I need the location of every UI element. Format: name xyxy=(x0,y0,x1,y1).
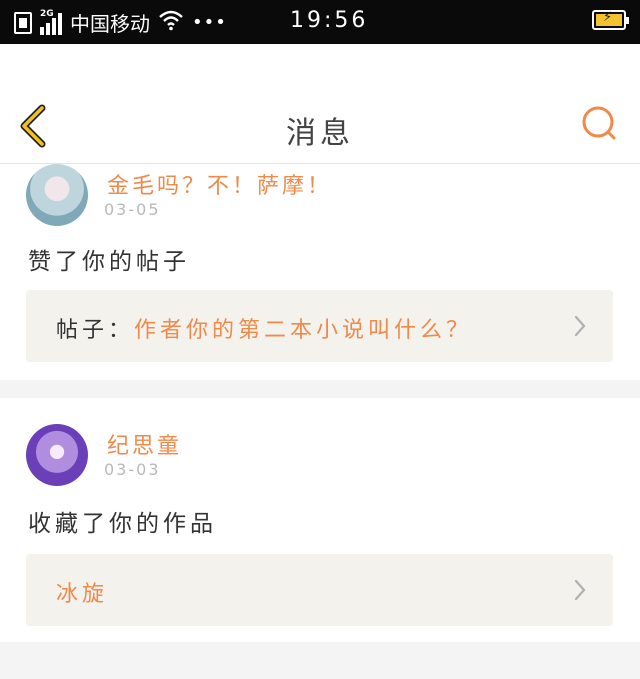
notification-card: 纪思童 03-03 收藏了你的作品 冰旋 xyxy=(0,398,640,642)
avatar[interactable] xyxy=(26,164,88,226)
post-label: 帖子： xyxy=(56,318,135,343)
clock: 19:56 xyxy=(290,8,369,33)
notification-action: 收藏了你的作品 xyxy=(28,511,217,537)
username-link[interactable]: 纪思童 xyxy=(107,428,182,460)
post-title: 作者你的第二本小说叫什么？ xyxy=(134,318,473,343)
chevron-right-icon xyxy=(574,315,586,337)
referenced-work[interactable]: 冰旋 xyxy=(26,554,613,626)
notification-date: 03-03 xyxy=(104,460,161,479)
notification-date: 03-05 xyxy=(104,200,161,219)
search-button[interactable] xyxy=(580,104,620,144)
signal-icon: 2G xyxy=(40,8,62,35)
wifi-icon xyxy=(158,9,184,37)
chevron-right-icon xyxy=(574,579,586,601)
notification-action: 赞了你的帖子 xyxy=(28,249,190,275)
search-icon xyxy=(582,106,616,140)
avatar[interactable] xyxy=(26,424,88,486)
notification-icon xyxy=(14,11,32,34)
notification-card: 金毛吗？不！萨摩！ 03-05 赞了你的帖子 帖子：作者你的第二本小说叫什么？ xyxy=(0,164,640,380)
page-title: 消息 xyxy=(286,116,354,151)
network-type: 2G xyxy=(40,8,54,19)
carrier-label: 中国移动 xyxy=(70,12,150,36)
battery-icon: ⚡ xyxy=(592,10,629,30)
work-title: 冰旋 xyxy=(56,582,109,607)
status-bar: 2G 中国移动 ••• 19:56 ⚡ xyxy=(0,0,640,44)
more-notifications-icon: ••• xyxy=(192,12,227,33)
username-link[interactable]: 金毛吗？不！萨摩！ xyxy=(107,168,332,200)
top-nav-bar: 消息 xyxy=(0,44,640,164)
referenced-post[interactable]: 帖子：作者你的第二本小说叫什么？ xyxy=(26,290,613,362)
